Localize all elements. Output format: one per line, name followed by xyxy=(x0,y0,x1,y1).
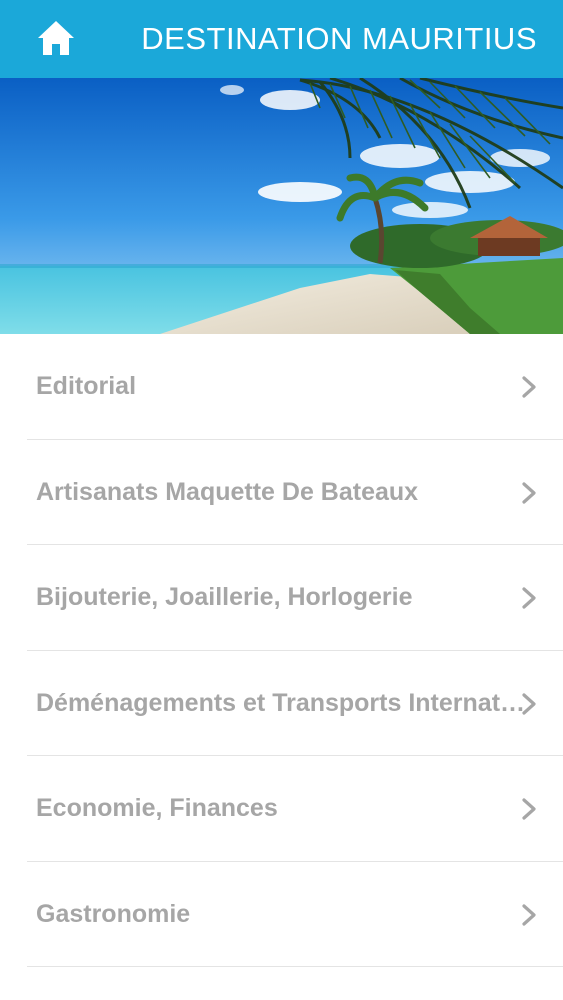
menu-item-demenagements[interactable]: Déménagements et Transports Internationa… xyxy=(27,651,563,756)
menu-item-label: Editorial xyxy=(36,372,137,400)
menu-item-label: Bijouterie, Joaillerie, Horlogerie xyxy=(36,583,413,611)
page-title: DESTINATION MAURITIUS xyxy=(141,21,537,56)
app-header: DESTINATION MAURITIUS xyxy=(0,0,563,78)
chevron-right-icon xyxy=(522,692,536,715)
menu-item-label: Gastronomie xyxy=(36,899,191,928)
chevron-right-icon xyxy=(522,376,536,398)
chevron-right-icon xyxy=(522,481,536,504)
menu-list: Editorial Artisanats Maquette De Bateaux… xyxy=(0,334,563,967)
chevron-right-icon xyxy=(522,903,536,926)
home-button[interactable] xyxy=(30,14,82,62)
menu-item-editorial[interactable]: Editorial xyxy=(27,334,563,440)
menu-item-label: Déménagements et Transports Internationa… xyxy=(36,688,528,717)
hero-image xyxy=(0,78,563,334)
home-icon xyxy=(38,21,74,55)
menu-item-artisanats[interactable]: Artisanats Maquette De Bateaux xyxy=(27,440,563,545)
menu-item-label: Artisanats Maquette De Bateaux xyxy=(36,477,419,506)
menu-item-label: Economie, Finances xyxy=(36,794,278,822)
menu-item-bijouterie[interactable]: Bijouterie, Joaillerie, Horlogerie xyxy=(27,545,563,651)
menu-item-gastronomie[interactable]: Gastronomie xyxy=(27,862,563,967)
menu-item-economie[interactable]: Economie, Finances xyxy=(27,756,563,862)
chevron-right-icon xyxy=(522,798,536,820)
beach-palm-photo xyxy=(0,78,563,334)
chevron-right-icon xyxy=(522,587,536,609)
